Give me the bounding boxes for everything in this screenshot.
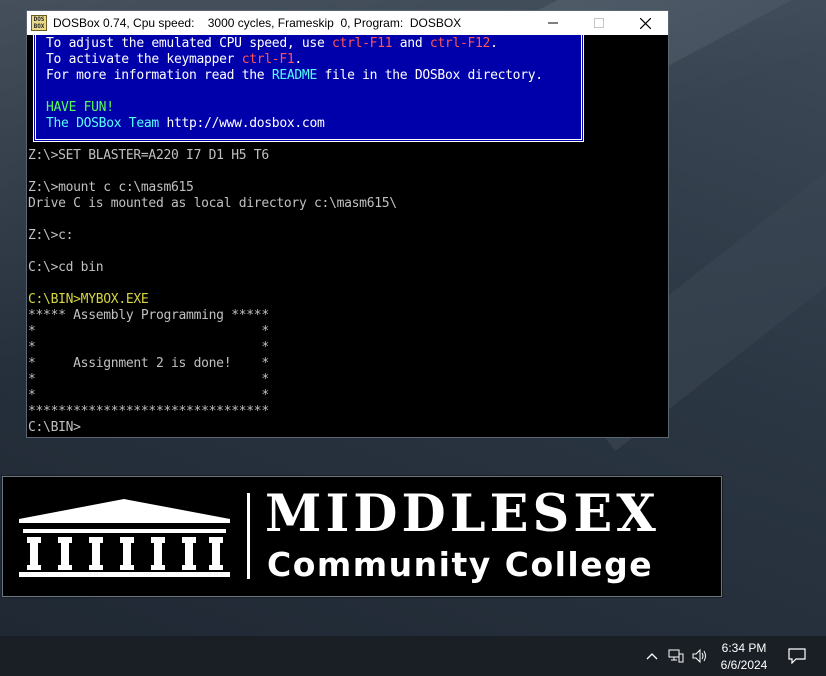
- network-icon: [668, 649, 684, 663]
- maximize-icon: [594, 18, 604, 28]
- logo-college-name: MIDDLESEX: [265, 484, 660, 544]
- console-line: Z:\>c:: [28, 228, 74, 243]
- console-line: * Assignment 2 is done! *: [28, 356, 269, 371]
- welcome-line: HAVE FUN!: [46, 100, 114, 115]
- dosbox-window[interactable]: DOS BOX DOSBox 0.74, Cpu speed: 3000 cyc…: [27, 11, 668, 437]
- dosbox-app-icon[interactable]: DOS BOX: [31, 15, 47, 31]
- console-line: * *: [28, 324, 269, 339]
- console-line: * *: [28, 372, 269, 387]
- console-line: C:\>cd bin: [28, 260, 104, 275]
- console-line: Z:\>mount c c:\masm615: [28, 180, 194, 195]
- console-prompt[interactable]: C:\BIN>: [28, 420, 81, 436]
- minimize-button[interactable]: [530, 11, 576, 35]
- action-center-button[interactable]: [784, 636, 810, 676]
- logo-college-subtitle: Community College: [267, 545, 654, 584]
- chevron-up-icon: [646, 653, 658, 660]
- console-line: * *: [28, 388, 269, 403]
- college-building-icon: [19, 499, 230, 577]
- dosbox-welcome-box: To adjust the emulated CPU speed, use ct…: [33, 35, 584, 142]
- maximize-button[interactable]: [576, 11, 622, 35]
- close-icon: [639, 17, 651, 29]
- clock-date: 6/6/2024: [720, 658, 768, 672]
- clock-time: 6:34 PM: [721, 641, 767, 655]
- show-hidden-icons-button[interactable]: [641, 636, 663, 676]
- welcome-line: To activate the keymapper ctrl-F1.: [46, 52, 302, 67]
- console-line: Drive C is mounted as local directory c:…: [28, 196, 397, 211]
- welcome-line: For more information read the README fil…: [46, 68, 543, 83]
- console-line: Z:\>SET BLASTER=A220 I7 D1 H5 T6: [28, 148, 269, 163]
- college-logo-banner: MIDDLESEX Community College: [3, 477, 721, 596]
- window-titlebar[interactable]: DOS BOX DOSBox 0.74, Cpu speed: 3000 cyc…: [27, 11, 668, 35]
- notification-icon: [788, 648, 806, 664]
- console-line: ********************************: [28, 404, 269, 419]
- taskbar-clock[interactable]: 6:34 PM 6/6/2024: [706, 640, 782, 674]
- welcome-line: To adjust the emulated CPU speed, use ct…: [46, 36, 498, 51]
- console-line: ***** Assembly Programming *****: [28, 308, 269, 323]
- logo-divider: [247, 493, 250, 579]
- dos-console[interactable]: To adjust the emulated CPU speed, use ct…: [27, 35, 668, 437]
- minimize-icon: [548, 22, 558, 24]
- welcome-line: The DOSBox Team http://www.dosbox.com: [46, 116, 325, 131]
- window-title: DOSBox 0.74, Cpu speed: 3000 cycles, Fra…: [53, 16, 462, 30]
- console-line: * *: [28, 340, 269, 355]
- close-button[interactable]: [622, 11, 668, 35]
- network-button[interactable]: [665, 636, 687, 676]
- console-line: C:\BIN>MYBOX.EXE: [28, 292, 149, 307]
- taskbar: 6:34 PM 6/6/2024: [0, 636, 826, 676]
